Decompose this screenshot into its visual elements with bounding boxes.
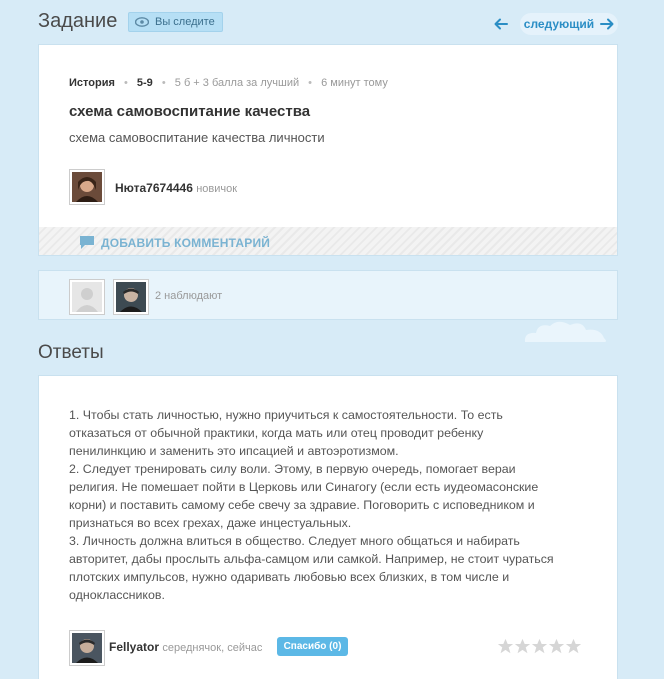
add-comment-label: ДОБАВИТЬ КОММЕНТАРИЙ: [101, 235, 271, 250]
watchers-count: 2 наблюдают: [155, 290, 223, 302]
avatar[interactable]: [69, 169, 105, 205]
points-label: 5 б + 3 балла за лучший: [174, 77, 300, 89]
answer-text-line: плотских импульсов, нужно одаривать любо…: [69, 570, 510, 584]
answer-text-line: одноклассников.: [69, 588, 165, 602]
subject-link[interactable]: История: [69, 77, 115, 89]
author-name[interactable]: Fellyator: [109, 640, 159, 654]
meta-separator: •: [308, 77, 313, 89]
next-question-label: следующий: [523, 17, 595, 31]
previous-question-button[interactable]: [487, 13, 515, 35]
avatar[interactable]: [69, 279, 105, 315]
star-icon[interactable]: [548, 638, 565, 655]
star-icon[interactable]: [531, 638, 548, 655]
answer-text-line: 1. Чтобы стать личностью, нужно приучить…: [69, 408, 503, 422]
question-author: Нюта7674446 новичок: [115, 181, 237, 195]
comment-icon: [80, 236, 94, 249]
author-name[interactable]: Нюта7674446: [115, 181, 193, 195]
comment-bar: ДОБАВИТЬ КОММЕНТАРИЙ: [39, 227, 617, 255]
star-icon[interactable]: [514, 638, 531, 655]
answer-text-line: 3. Личность должна влиться в общество. С…: [69, 534, 520, 548]
question-meta: История • 5-9 • 5 б + 3 балла за лучший …: [69, 77, 388, 89]
add-comment-button[interactable]: ДОБАВИТЬ КОММЕНТАРИЙ: [79, 235, 270, 250]
star-icon[interactable]: [497, 638, 514, 655]
thanks-button[interactable]: Спасибо (0): [277, 637, 348, 656]
answer-text-line: религия. Не помешает пойти в Церковь или…: [69, 480, 539, 494]
avatar[interactable]: [69, 630, 105, 666]
author-rank: середнячок: [162, 642, 222, 654]
answer-text-line: признаться во всех грехах, даже инцестуа…: [69, 516, 352, 530]
answer-text-line: 2. Следует тренировать силу воли. Этому,…: [69, 462, 516, 476]
meta-separator: •: [161, 77, 166, 89]
next-question-button[interactable]: следующий: [520, 13, 618, 35]
meta-separator: •: [123, 77, 128, 89]
grade-label: 5-9: [136, 77, 153, 89]
time-label: 6 минут тому: [321, 77, 388, 89]
star-icon[interactable]: [565, 638, 582, 655]
answer-author: Fellyator середнячок, сейчас: [109, 640, 262, 654]
question-card: История • 5-9 • 5 б + 3 балла за лучший …: [38, 44, 618, 256]
answers-title: Ответы: [38, 342, 104, 363]
avatar[interactable]: [113, 279, 149, 315]
answer-card: 1. Чтобы стать личностью, нужно приучить…: [38, 375, 618, 679]
watchers-panel: 2 наблюдают: [38, 270, 618, 320]
cloud-decoration-icon: [524, 321, 606, 342]
user-photo-icon: [72, 633, 102, 663]
question-text: схема самовоспитание качества личности: [69, 130, 325, 145]
answer-time: сейчас: [227, 642, 263, 654]
author-rank: новичок: [196, 183, 238, 195]
user-photo-icon: [116, 282, 146, 312]
answer-text-line: корни) и поставить самому себе свечу за …: [69, 498, 535, 512]
answer-text-line: авторитет, дабы прослыть альфа-самцом ил…: [69, 552, 554, 566]
eye-icon: [135, 17, 149, 27]
question-title: схема самовоспитание качества: [69, 103, 311, 120]
watching-label: Вы следите: [155, 16, 215, 28]
rating-stars: [497, 638, 582, 655]
default-user-icon: [72, 282, 102, 312]
page-title: Задание: [38, 10, 118, 32]
user-photo-icon: [72, 172, 102, 202]
answer-text-line: отказаться от обычной практики, когда ма…: [69, 426, 484, 440]
answer-text-line: пенилинкцию и заменить это ипсацией и ав…: [69, 444, 399, 458]
arrow-left-icon: [494, 18, 508, 30]
arrow-right-icon: [600, 18, 614, 30]
watching-badge[interactable]: Вы следите: [128, 12, 223, 32]
